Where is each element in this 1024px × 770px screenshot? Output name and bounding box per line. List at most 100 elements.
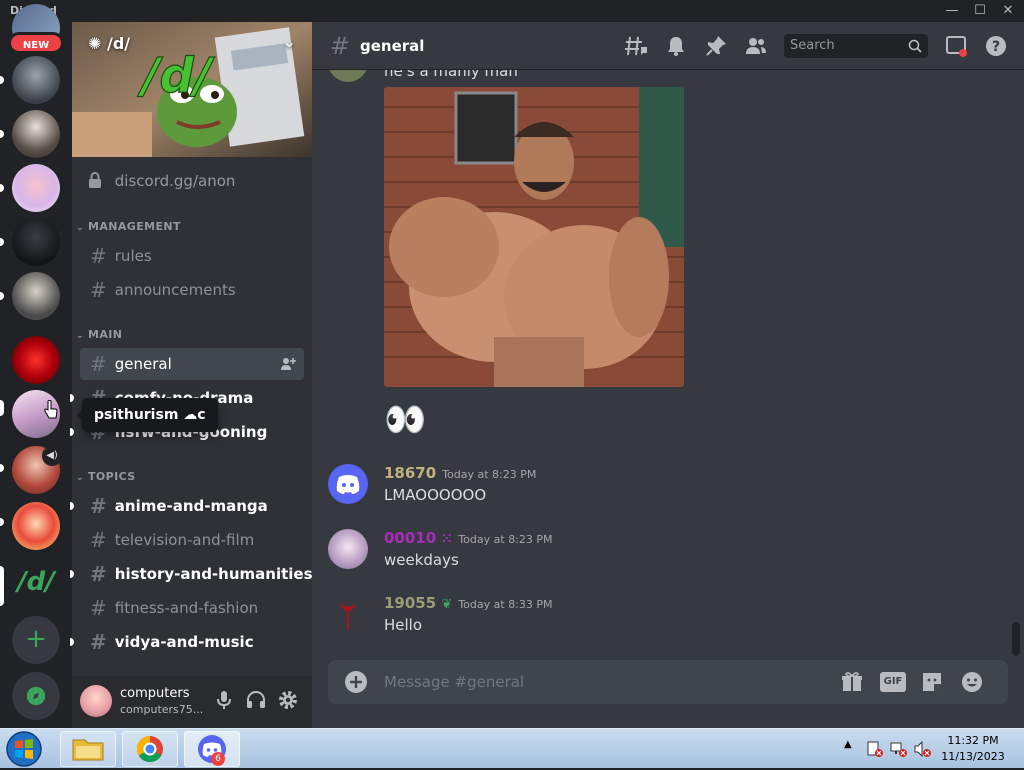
hash-icon: # [90,244,107,268]
message-author[interactable]: 18670 Today at 8:23 PM [384,464,536,482]
server-icon-d[interactable]: /d/ [12,562,60,602]
search-input[interactable]: Search [784,34,928,58]
new-badge: NEW [8,32,64,54]
unread-pill [0,238,4,246]
channel-fitness-and-fashion[interactable]: # fitness-and-fashion [80,592,304,624]
message-avatar[interactable] [328,70,368,82]
taskbar-discord[interactable]: 6 [184,731,240,767]
inbox-icon[interactable] [944,34,968,58]
start-button-icon[interactable] [4,730,44,768]
minimize-button[interactable]: — [938,2,966,20]
help-icon[interactable]: ? [984,34,1008,58]
message-avatar[interactable] [328,464,368,504]
gear-icon[interactable] [276,688,300,712]
close-button[interactable]: ✕ [994,2,1022,20]
server-tooltip: psithurism ☁c [77,398,218,432]
hash-icon: # [330,32,351,60]
members-icon[interactable] [744,34,768,58]
network-icon[interactable] [890,740,908,758]
category-topics[interactable]: ⌄ TOPICS [76,470,136,486]
bell-icon[interactable] [664,34,688,58]
selected-pill [0,566,4,606]
gif-icon[interactable]: GIF [880,672,906,692]
channel-announcements[interactable]: # announcements [80,274,304,306]
lock-icon [89,172,101,188]
chevron-down-icon: ⌄ [76,331,84,341]
taskbar-chrome[interactable] [122,731,178,767]
server-banner[interactable]: /d/ ✺ /d/ ⌄ [72,22,312,157]
discord-logo-icon [336,475,360,494]
unread-pill [0,184,4,192]
message-author[interactable]: 00010 ⁙ Today at 8:23 PM [384,529,553,547]
hash-icon: # [90,494,107,518]
hash-icon: # [90,630,107,654]
gift-icon[interactable] [840,670,864,694]
hash-icon: # [90,596,107,620]
action-center-icon[interactable] [866,740,884,758]
message-avatar[interactable] [328,594,368,634]
channel-vidya-and-music[interactable]: # vidya-and-music [80,626,304,658]
system-clock[interactable]: 11:32 PM 11/13/2023 [940,733,1006,765]
message-text: he's a manly man [384,70,518,80]
server-icon[interactable] [12,336,60,384]
channel-history-and-humanities[interactable]: # history-and-humanities [80,558,312,590]
invite-member-icon[interactable] [280,356,296,372]
unread-pill [0,76,4,84]
threads-icon[interactable] [624,34,648,58]
server-icon[interactable] [12,110,60,158]
category-main[interactable]: ⌄ MAIN [76,328,122,344]
message-timestamp: Today at 8:33 PM [458,598,553,611]
user-tag: computers75... [120,703,204,716]
maximize-button[interactable]: ☐ [966,2,994,20]
emoji-icon[interactable] [960,670,984,694]
message-input[interactable]: Message #general [384,660,524,704]
title-bar: Discord — ☐ ✕ [0,0,1024,22]
scrollbar[interactable] [1012,622,1020,656]
unread-pill [0,130,4,138]
pin-icon[interactable] [704,34,728,58]
speaker-icon: ◀) [42,446,62,466]
unread-pill [0,464,4,472]
image-attachment[interactable] [384,87,684,387]
headphones-icon[interactable] [244,688,268,712]
server-icon[interactable] [12,56,60,104]
sticker-icon[interactable] [920,670,944,694]
message-text: LMAOOOOOO [384,486,487,504]
message-timestamp: Today at 8:23 PM [458,533,553,546]
unread-pill [0,292,4,300]
volume-muted-icon[interactable] [914,740,932,758]
message-author[interactable]: 19055 ❦ Today at 8:33 PM [384,594,553,612]
add-server-button[interactable]: + [12,616,60,664]
channel-rules[interactable]: # rules [80,240,304,272]
server-icon[interactable] [12,272,60,320]
channel-general[interactable]: # general [80,348,304,380]
svg-text:?: ? [992,39,1000,55]
channel-television-and-film[interactable]: # television-and-film [80,524,304,556]
channel-anime-and-manga[interactable]: # anime-and-manga [80,490,304,522]
channel-header: # general Search ? [312,22,1024,70]
message-text: weekdays [384,551,459,569]
chevron-down-icon[interactable]: ⌄ [283,32,296,51]
hover-pill [0,400,4,416]
hash-icon: # [90,278,107,302]
microphone-icon[interactable] [212,688,236,712]
message-avatar[interactable] [328,529,368,569]
server-icon[interactable] [12,502,60,550]
hand-cursor-icon [44,400,58,419]
category-management[interactable]: ⌄ MANAGEMENT [76,220,181,236]
server-icon[interactable] [12,164,60,212]
server-icon[interactable] [12,218,60,266]
tray-expand-icon[interactable]: ▲ [844,739,862,757]
channel-sidebar: /d/ ✺ /d/ ⌄ discord.gg/anon ⌄ MANAGEMENT … [72,22,312,728]
user-avatar[interactable] [80,685,112,717]
attach-plus-icon[interactable] [344,670,368,694]
message-timestamp: Today at 8:23 PM [442,468,537,481]
username: computers [120,686,190,701]
channel-title: general [360,37,425,55]
explore-servers-button[interactable] [12,672,60,720]
eyes-emoji: 👀 [384,400,427,440]
taskbar-explorer[interactable] [60,731,116,767]
compass-icon [26,686,46,706]
chat-area: # general Search ? he's a manly man 👀 18… [312,22,1024,728]
invite-link[interactable]: discord.gg/anon [88,172,235,194]
